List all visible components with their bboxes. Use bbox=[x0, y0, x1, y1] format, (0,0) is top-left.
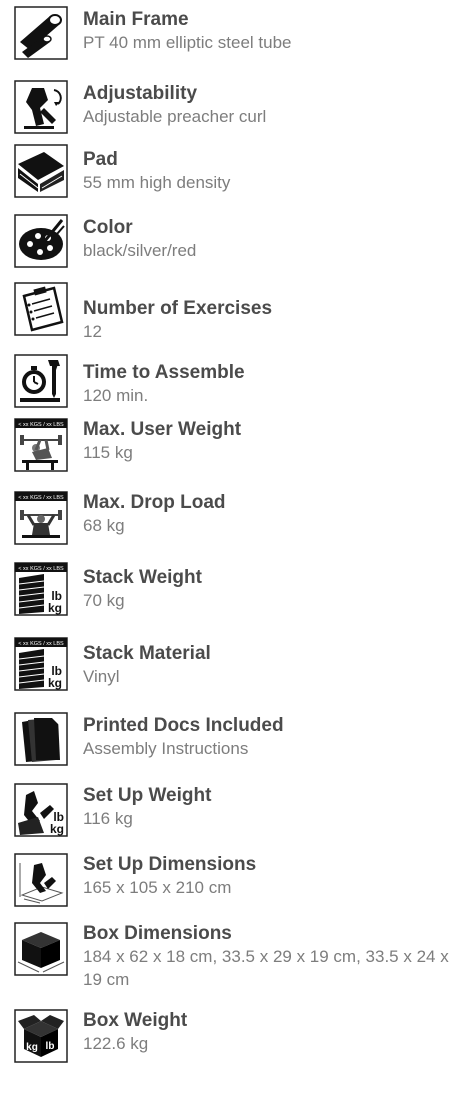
spec-value: Vinyl bbox=[83, 667, 120, 686]
spec-value: 120 min. bbox=[83, 386, 149, 405]
load-tag-label: < xx KGS / xx LBS bbox=[18, 641, 64, 647]
kg-label: kg bbox=[26, 1042, 38, 1053]
spec-label: Main Frame bbox=[83, 9, 189, 30]
pad-icon bbox=[14, 144, 68, 198]
box-weight-icon: kg lb bbox=[14, 1009, 68, 1063]
spec-label: Box Dimensions bbox=[83, 923, 232, 944]
drop-load-icon: < xx KGS / xx LBS bbox=[14, 491, 68, 545]
spec-label: Set Up Dimensions bbox=[83, 854, 257, 875]
spec-label: Color bbox=[83, 217, 133, 238]
spec-value: 68 kg bbox=[83, 516, 125, 535]
spec-label: Time to Assemble bbox=[83, 362, 245, 383]
spec-label: Pad bbox=[83, 149, 118, 170]
spec-label: Max. User Weight bbox=[83, 419, 242, 440]
user-weight-icon: < xx KGS / xx LBS bbox=[14, 418, 68, 472]
spec-label: Max. Drop Load bbox=[83, 492, 226, 513]
spec-label: Box Weight bbox=[83, 1010, 188, 1031]
spec-value: 55 mm high density bbox=[83, 173, 231, 192]
spec-value: Assembly Instructions bbox=[83, 739, 249, 758]
kg-label: kg bbox=[50, 822, 64, 836]
spec-label: Number of Exercises bbox=[83, 298, 273, 319]
load-tag-label: < xx KGS / xx LBS bbox=[18, 566, 64, 572]
spec-value: 165 x 105 x 210 cm bbox=[83, 878, 232, 897]
weight-stack-icon: < xx KGS / xx LBS lb kg bbox=[14, 637, 68, 691]
stopwatch-wrench-icon bbox=[14, 354, 68, 408]
spec-value: 116 kg bbox=[83, 809, 133, 828]
color-palette-icon bbox=[14, 214, 68, 268]
spec-value: 115 kg bbox=[83, 443, 133, 462]
spec-label: Stack Material bbox=[83, 643, 211, 664]
box-icon bbox=[14, 922, 68, 976]
spec-value: 122.6 kg bbox=[83, 1034, 149, 1053]
spec-label: Printed Docs Included bbox=[83, 715, 284, 736]
weight-stack-icon: < xx KGS / xx LBS lb kg bbox=[14, 562, 68, 616]
specifications-list: Main Frame PT 40 mm elliptic steel tube … bbox=[0, 0, 476, 1111]
setup-weight-icon: lb kg bbox=[14, 783, 68, 837]
setup-dimensions-icon bbox=[14, 853, 68, 907]
spec-label: Set Up Weight bbox=[83, 785, 212, 806]
kg-label: kg bbox=[48, 676, 62, 690]
spec-value: Adjustable preacher curl bbox=[83, 107, 267, 126]
steel-tube-icon bbox=[14, 6, 68, 60]
spec-value: 12 bbox=[83, 322, 102, 341]
spec-label: Adjustability bbox=[83, 83, 198, 104]
documents-icon bbox=[14, 712, 68, 766]
lb-label: lb bbox=[46, 1041, 55, 1052]
spec-value: black/silver/red bbox=[83, 241, 197, 260]
clipboard-icon bbox=[14, 282, 68, 336]
preacher-curl-icon bbox=[14, 80, 68, 134]
spec-value: 184 x 62 x 18 cm, 33.5 x 29 x 19 cm, 33.… bbox=[83, 947, 449, 989]
spec-value: 70 kg bbox=[83, 591, 125, 610]
load-tag-label: < xx KGS / xx LBS bbox=[18, 422, 64, 428]
kg-label: kg bbox=[48, 601, 62, 615]
spec-value: PT 40 mm elliptic steel tube bbox=[83, 33, 292, 52]
load-tag-label: < xx KGS / xx LBS bbox=[18, 495, 64, 501]
spec-label: Stack Weight bbox=[83, 567, 202, 588]
